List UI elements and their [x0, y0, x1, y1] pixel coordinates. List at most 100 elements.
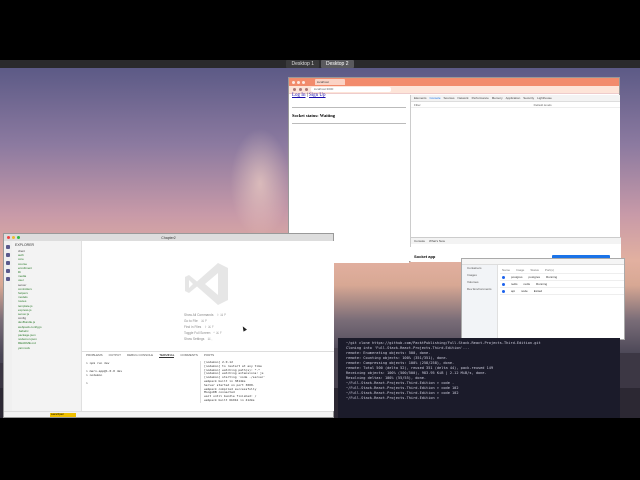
container-status: Running	[546, 275, 558, 279]
explorer-title: EXPLORER	[15, 243, 35, 247]
container-image: node	[521, 289, 528, 293]
integrated-terminal-right[interactable]: [nodemon] 2.0.12 [nodemon] to restart at…	[200, 360, 328, 403]
search-icon[interactable]	[6, 253, 10, 257]
panel-tab[interactable]: PROBLEMS	[86, 353, 103, 357]
desktop-tab-2[interactable]: Desktop 2	[321, 60, 354, 68]
window-maximize-button[interactable]	[17, 236, 20, 239]
auth-links: Log In | Sign Up	[292, 93, 326, 98]
container-status: Exited	[533, 289, 543, 293]
vscode-title: Chapter2	[161, 235, 176, 240]
console-filter-input[interactable]: Filter	[414, 103, 421, 107]
window-close-button[interactable]	[7, 236, 10, 239]
editor-shortcut-hints: Show All Commands ⇧ ⌘ P Go to File ⌘ P Fin…	[184, 313, 226, 343]
integrated-terminal-left[interactable]: > npm run dev > mern-app@1.0.0 dev > nod…	[86, 361, 196, 385]
docker-nav-item[interactable]: Dev Environments	[462, 286, 497, 293]
files-icon[interactable]	[6, 245, 10, 249]
browser-window[interactable]: localhost localhost:3000 Elements Consol…	[288, 77, 621, 263]
drawer-tab-console[interactable]: Console	[414, 239, 425, 243]
panel-tab[interactable]: PORTS	[204, 353, 214, 357]
table-row[interactable]: api node Exited	[500, 288, 624, 295]
console-filter-bar: Filter Default levels	[411, 102, 620, 108]
devtools-tab[interactable]: Lighthouse	[537, 96, 552, 100]
container-icon	[502, 283, 505, 286]
desktop-tab-1[interactable]: Desktop 1	[286, 60, 319, 68]
bottom-panel: PROBLEMS OUTPUT DEBUG CONSOLE TERMINAL C…	[82, 351, 334, 411]
container-name: postgres	[511, 275, 523, 279]
vscode-window[interactable]: Chapter2 EXPLORER client auth core cours…	[3, 233, 334, 418]
col-status: Status	[530, 268, 539, 272]
login-link[interactable]: Log In	[292, 93, 305, 98]
table-header: Name Image Status Port(s)	[500, 267, 624, 274]
docker-container-table: Name Image Status Port(s) postgres postg…	[500, 267, 624, 295]
container-icon	[502, 276, 505, 279]
reload-icon[interactable]	[305, 88, 308, 91]
file-tree-item[interactable]: yarn.lock	[12, 346, 81, 350]
docker-nav-item[interactable]: Images	[462, 272, 497, 279]
divider	[292, 107, 406, 108]
editor-area[interactable]: Show All Commands ⇧ ⌘ P Go to File ⌘ P Fin…	[82, 241, 334, 351]
docker-desktop-window[interactable]: Containers Images Volumes Dev Environmen…	[461, 258, 625, 340]
log-levels-dropdown[interactable]: Default levels	[534, 103, 552, 107]
browser-titlebar: localhost	[289, 78, 619, 86]
devtools-tab[interactable]: Network	[458, 96, 469, 100]
socket-status-value: Waiting	[319, 113, 336, 118]
docker-sidebar: Containers Images Volumes Dev Environmen…	[462, 265, 498, 340]
divider	[292, 123, 406, 124]
devtools-tab[interactable]: Sources	[444, 96, 455, 100]
browser-tab[interactable]: localhost	[315, 79, 345, 85]
container-icon	[502, 290, 505, 293]
devtools-tab[interactable]: Performance	[472, 96, 489, 100]
wallpaper-glow	[230, 128, 290, 238]
status-bar: Launchpad	[4, 411, 333, 417]
status-warning-badge[interactable]: Launchpad	[50, 413, 76, 417]
hint-keys: ⇧ ⌘ P	[216, 313, 227, 317]
devtools-tab[interactable]: Memory	[492, 96, 503, 100]
explorer-panel: EXPLORER client auth core course enrollm…	[12, 241, 82, 411]
devtools-tab[interactable]: Security	[523, 96, 534, 100]
window-maximize-button[interactable]	[302, 80, 305, 84]
col-name: Name	[502, 268, 511, 272]
container-image: redis	[523, 282, 531, 286]
devtools-tab[interactable]: Console	[430, 96, 441, 100]
panel-tab[interactable]: TERMINAL	[159, 353, 175, 358]
hint-keys: ⌘ ,	[207, 337, 213, 341]
bottom-black-bar	[0, 418, 640, 480]
container-status: Running	[536, 282, 548, 286]
terminal-window[interactable]: ~/git clone https://github.com/PacktPubl…	[338, 338, 620, 418]
table-row[interactable]: redis redis Running	[500, 281, 624, 288]
vscode-titlebar: Chapter2	[4, 234, 333, 241]
panel-tab[interactable]: OUTPUT	[109, 353, 121, 357]
hint-keys: ^ ⌘ F	[213, 331, 222, 335]
browser-toolbar: localhost:3000	[289, 86, 619, 94]
forward-icon[interactable]	[299, 88, 302, 91]
window-minimize-button[interactable]	[12, 236, 15, 239]
signup-link[interactable]: Sign Up	[309, 93, 326, 98]
panel-tabs: PROBLEMS OUTPUT DEBUG CONSOLE TERMINAL C…	[82, 352, 334, 358]
source-control-icon[interactable]	[6, 261, 10, 265]
col-ports: Port(s)	[544, 268, 554, 272]
vscode-logo-icon	[185, 263, 228, 305]
debug-icon[interactable]	[6, 269, 10, 273]
terminal-prompt[interactable]: ~/Full-Stack-React-Projects-Third-Editio…	[338, 396, 620, 401]
activity-bar	[4, 241, 12, 411]
socket-status: Socket status: Waiting	[292, 113, 335, 118]
socket-status-label: Socket status:	[292, 113, 319, 118]
drawer-tab-whats-new[interactable]: What's New	[429, 239, 445, 243]
devtools-tab[interactable]: Application	[506, 96, 521, 100]
docker-nav-item[interactable]: Volumes	[462, 279, 497, 286]
container-name: api	[511, 289, 516, 293]
hint-label: Show Settings	[184, 337, 205, 341]
extensions-icon[interactable]	[6, 277, 10, 281]
panel-tab[interactable]: DEBUG CONSOLE	[127, 353, 153, 357]
devtools-tab[interactable]: Elements	[414, 96, 427, 100]
table-row[interactable]: postgres postgres Running	[500, 274, 624, 281]
back-icon[interactable]	[293, 88, 296, 91]
top-black-bar	[0, 0, 640, 67]
container-image: postgres	[528, 275, 541, 279]
address-bar[interactable]: localhost:3000	[311, 87, 391, 92]
docker-nav-item[interactable]: Containers	[462, 265, 497, 272]
devtools-tabs: Elements Console Sources Network Perform…	[411, 95, 620, 102]
panel-tab[interactable]: COMMENTS	[180, 353, 198, 357]
window-minimize-button[interactable]	[297, 80, 300, 84]
window-close-button[interactable]	[292, 80, 295, 84]
